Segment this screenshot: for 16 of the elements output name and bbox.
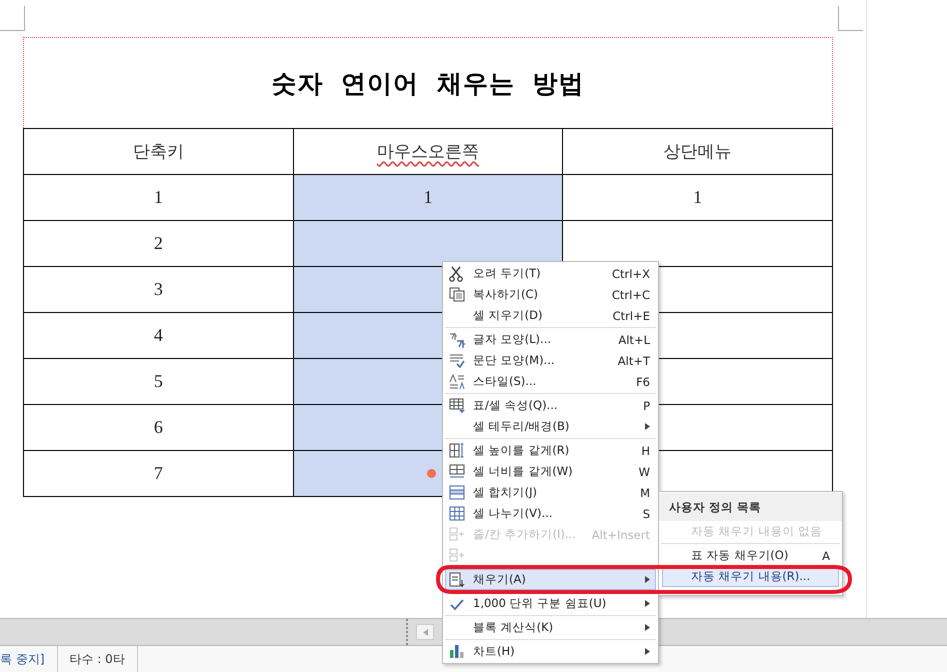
table-cell: 1 <box>293 174 563 220</box>
table-cell: 4 <box>24 312 294 358</box>
table-cell: 1 <box>24 174 294 220</box>
header-text: 단축키 <box>132 142 184 162</box>
document-title: 숫자 연이어 채우는 방법 <box>271 68 585 100</box>
status-text: 록 중지] <box>0 646 58 672</box>
status-text: 타수 : 0타 <box>58 646 138 672</box>
table-cell: 6 <box>24 404 294 450</box>
header-text: 상단메뉴 <box>664 142 732 162</box>
table-cell: 5 <box>24 358 294 404</box>
table-cell: 2 <box>24 220 294 266</box>
header-text: 마우스오른쪽 <box>376 142 479 162</box>
table-cell: 7 <box>24 450 294 496</box>
submenu-header: 사용자 정의 목록 <box>659 493 842 521</box>
table-cell: 3 <box>24 266 294 312</box>
table-cell: 1 <box>562 174 832 220</box>
